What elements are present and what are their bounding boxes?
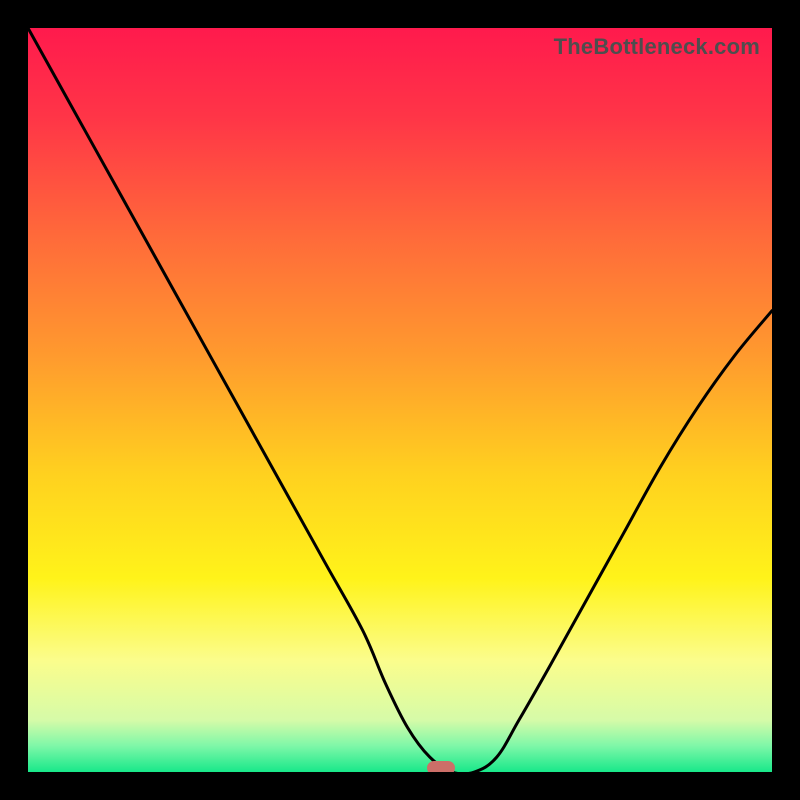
bottleneck-curve [28, 28, 772, 772]
chart-frame: TheBottleneck.com [0, 0, 800, 800]
watermark-text: TheBottleneck.com [554, 34, 760, 60]
optimum-marker [427, 761, 455, 772]
plot-area: TheBottleneck.com [28, 28, 772, 772]
